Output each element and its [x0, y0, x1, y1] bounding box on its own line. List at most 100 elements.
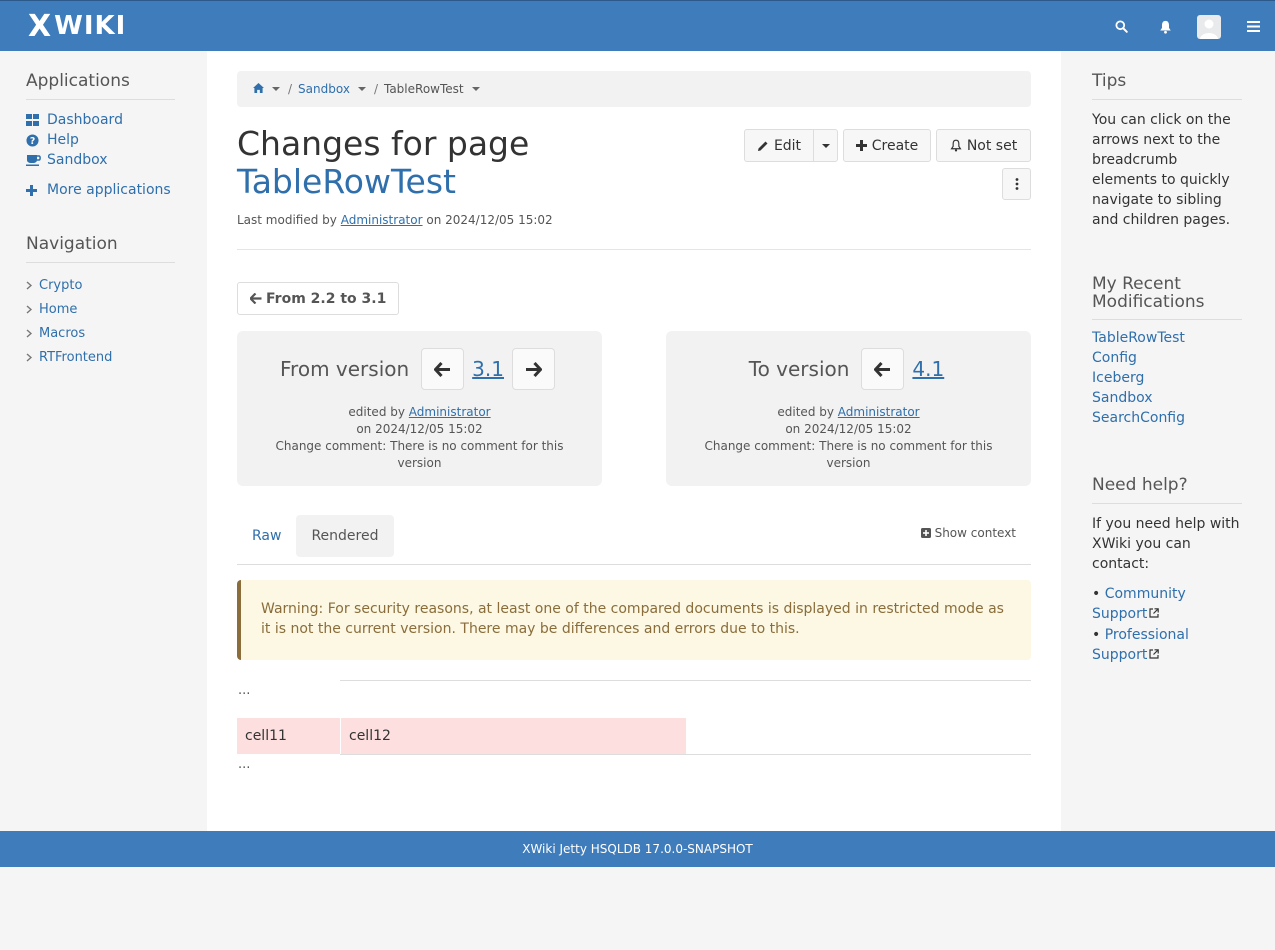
- app-dashboard[interactable]: Dashboard: [26, 110, 175, 130]
- from-version-user-link[interactable]: Administrator: [409, 405, 491, 419]
- create-button[interactable]: Create: [843, 129, 931, 162]
- from-to-label: From 2.2 to 3.1: [266, 290, 387, 307]
- nav-label: Crypto: [39, 277, 83, 293]
- logo-mark: X: [28, 8, 53, 44]
- community-support-link[interactable]: Community Support: [1092, 586, 1186, 622]
- tips-text: You can click on the arrows next to the …: [1092, 112, 1231, 228]
- from-previous-button[interactable]: [421, 348, 465, 390]
- nav-item-macros[interactable]: Macros: [26, 321, 175, 345]
- search-icon[interactable]: [1099, 1, 1143, 52]
- breadcrumb-current: TableRowTest: [383, 82, 464, 96]
- app-help[interactable]: ? Help: [26, 130, 175, 150]
- to-version-info: edited by Administrator on 2024/12/05 15…: [696, 404, 1001, 472]
- from-version-info: edited by Administrator on 2024/12/05 15…: [267, 404, 572, 472]
- logo-text: WIKI: [54, 11, 127, 41]
- footer-version: XWiki Jetty HSQLDB 17.0.0-SNAPSHOT: [522, 842, 753, 856]
- to-previous-button[interactable]: [861, 348, 905, 390]
- watch-label: Not set: [966, 137, 1018, 154]
- bullet: •: [1092, 627, 1101, 643]
- bell-outline-icon: [950, 139, 962, 152]
- menu-icon[interactable]: [1231, 1, 1275, 52]
- nav-item-home[interactable]: Home: [26, 297, 175, 321]
- from-version-number[interactable]: 3.1: [472, 357, 504, 381]
- nav-label: Macros: [39, 325, 86, 341]
- create-label: Create: [871, 137, 919, 154]
- meta-prefix: Last modified by: [237, 213, 337, 227]
- meta-date: on 2024/12/05 15:02: [426, 213, 553, 227]
- from-version-date: on 2024/12/05 15:02: [356, 422, 483, 436]
- user-menu[interactable]: [1187, 1, 1231, 52]
- tab-raw[interactable]: Raw: [237, 515, 296, 557]
- diff-tabs: Raw Rendered: [237, 515, 394, 557]
- recent-item[interactable]: TableRowTest: [1092, 330, 1242, 350]
- to-version-comment: Change comment: There is no comment for …: [704, 439, 993, 470]
- breadcrumb-sandbox[interactable]: Sandbox: [298, 82, 350, 96]
- app-label: Sandbox: [47, 152, 108, 168]
- diff-cell-removed: cell12: [341, 718, 686, 754]
- divider: [237, 249, 1031, 250]
- show-context-toggle[interactable]: Show context: [920, 526, 1016, 540]
- app-label: Help: [47, 132, 79, 148]
- community-support-label: Community Support: [1092, 586, 1186, 622]
- watch-button[interactable]: Not set: [936, 129, 1031, 162]
- main-content: / Sandbox / TableRowTest Changes for pag…: [207, 51, 1061, 831]
- recent-item[interactable]: Sandbox: [1092, 390, 1242, 410]
- to-version-user-link[interactable]: Administrator: [838, 405, 920, 419]
- breadcrumb: / Sandbox / TableRowTest: [237, 71, 1031, 107]
- diff-ellipsis: ...: [238, 757, 251, 772]
- nav-label: RTFrontend: [39, 349, 113, 365]
- page-title-document[interactable]: TableRowTest: [237, 163, 529, 201]
- more-applications[interactable]: More applications: [26, 180, 175, 200]
- applications-title: Applications: [26, 71, 175, 100]
- avatar: [1197, 14, 1221, 39]
- breadcrumb-sandbox-caret[interactable]: [357, 87, 366, 91]
- from-version-comment: Change comment: There is no comment for …: [275, 439, 564, 470]
- svg-text:?: ?: [30, 135, 35, 146]
- plus-icon: [855, 140, 867, 151]
- coffee-icon: [26, 154, 47, 166]
- arrow-left-icon: [874, 361, 891, 377]
- arrow-right-icon: [525, 361, 542, 377]
- bell-icon[interactable]: [1143, 1, 1187, 52]
- page-title-prefix: Changes for page: [237, 124, 530, 163]
- left-panels: Applications Dashboard ? Help Sandbox Mo…: [0, 51, 207, 831]
- diff-cell-removed: cell11: [237, 718, 340, 754]
- external-link-icon: [1149, 649, 1160, 659]
- edited-by-label: edited by: [777, 405, 834, 419]
- nav-item-crypto[interactable]: Crypto: [26, 273, 175, 297]
- professional-support-link[interactable]: Professional Support: [1092, 627, 1189, 663]
- chevron-right-icon: [26, 352, 39, 362]
- professional-support-label: Professional Support: [1092, 627, 1189, 663]
- app-sandbox[interactable]: Sandbox: [26, 150, 175, 170]
- page-title: Changes for page TableRowTest: [237, 125, 529, 201]
- question-icon: ?: [26, 133, 47, 147]
- from-next-button[interactable]: [511, 348, 555, 390]
- warning-message: Warning: For security reasons, at least …: [237, 580, 1031, 660]
- more-actions-button[interactable]: [1002, 168, 1031, 200]
- xwiki-logo[interactable]: X WIKI: [28, 8, 127, 44]
- recent-item[interactable]: Iceberg: [1092, 370, 1242, 390]
- breadcrumb-separator: /: [288, 82, 293, 96]
- nav-item-rtfrontend[interactable]: RTFrontend: [26, 345, 175, 369]
- recent-item[interactable]: Config: [1092, 350, 1242, 370]
- plus-square-icon: [920, 528, 931, 538]
- need-help-text: If you need help with XWiki you can cont…: [1092, 516, 1240, 572]
- more-applications-label: More applications: [47, 182, 171, 198]
- arrow-left-icon: [434, 361, 451, 377]
- edit-dropdown-toggle[interactable]: [813, 129, 838, 162]
- meta-user-link[interactable]: Administrator: [341, 213, 423, 227]
- to-version-number[interactable]: 4.1: [912, 357, 944, 381]
- edit-label: Edit: [773, 137, 802, 154]
- vertical-ellipsis-icon: [1015, 178, 1018, 190]
- top-navbar: X WIKI: [0, 0, 1275, 51]
- home-icon[interactable]: [253, 82, 264, 96]
- recent-item[interactable]: SearchConfig: [1092, 410, 1242, 430]
- navigation-title: Navigation: [26, 234, 175, 263]
- breadcrumb-home-caret[interactable]: [272, 87, 280, 91]
- breadcrumb-current-caret[interactable]: [471, 87, 480, 91]
- tab-rendered[interactable]: Rendered: [296, 515, 394, 557]
- arrow-left-icon: [250, 293, 262, 304]
- from-version-box: From version 3.1 edited by Administrator…: [237, 331, 602, 486]
- from-to-button[interactable]: From 2.2 to 3.1: [237, 282, 400, 315]
- edit-button[interactable]: Edit: [744, 129, 814, 162]
